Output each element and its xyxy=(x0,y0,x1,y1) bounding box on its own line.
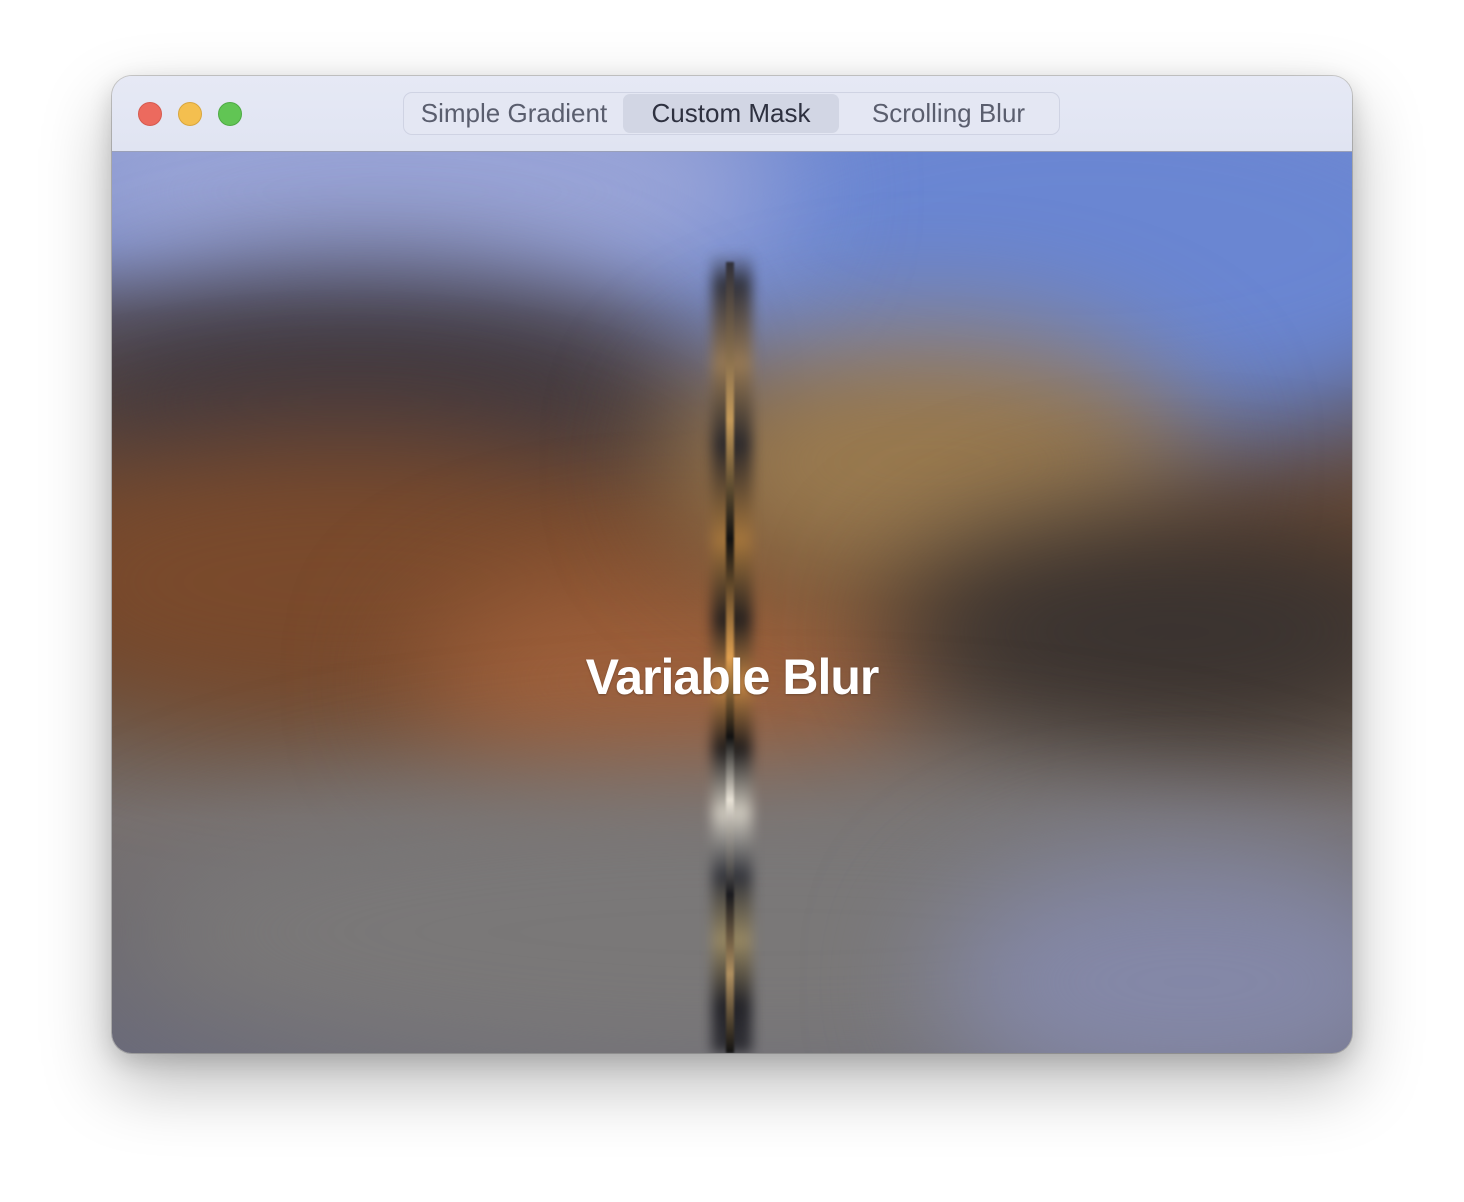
segment-simple-gradient[interactable]: Simple Gradient xyxy=(405,94,623,133)
title-bar[interactable]: Simple Gradient Custom Mask Scrolling Bl… xyxy=(112,76,1352,152)
app-window: Simple Gradient Custom Mask Scrolling Bl… xyxy=(112,76,1352,1053)
segment-custom-mask[interactable]: Custom Mask xyxy=(623,94,839,133)
blurred-image-view: Variable Blur xyxy=(112,152,1352,1053)
close-button[interactable] xyxy=(138,102,162,126)
segment-scrolling-blur[interactable]: Scrolling Blur xyxy=(839,94,1058,133)
zoom-button[interactable] xyxy=(218,102,242,126)
desktop-background: Simple Gradient Custom Mask Scrolling Bl… xyxy=(0,0,1464,1202)
minimize-button[interactable] xyxy=(178,102,202,126)
headline-text: Variable Blur xyxy=(585,649,880,705)
view-segmented-control: Simple Gradient Custom Mask Scrolling Bl… xyxy=(403,92,1060,135)
